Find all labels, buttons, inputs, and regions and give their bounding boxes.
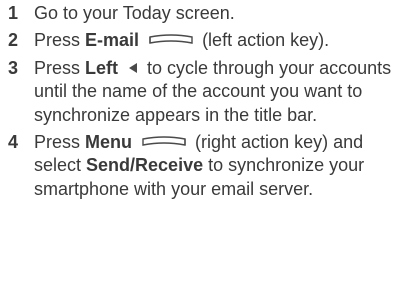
step-number: 4	[8, 132, 19, 153]
instruction-list: 1 Go to your Today screen. 2 Press E-mai…	[0, 2, 408, 205]
key-name-email: E-mail	[85, 30, 140, 51]
left-action-key-icon	[149, 34, 193, 45]
step-number: 3	[8, 57, 19, 78]
step-2: 2 Press E-mail (left action key).	[0, 29, 408, 52]
left-arrow-icon	[129, 62, 138, 73]
step-4: 4 Press Menu (right action key) and sele…	[0, 131, 408, 201]
step-number: 1	[8, 3, 19, 23]
step-3: 3 Press Left to cycle through your accou…	[0, 57, 408, 127]
step-text-pre: Press	[34, 132, 86, 153]
step-text-post: (left action key).	[197, 30, 330, 51]
key-name-left: Left	[85, 57, 119, 78]
step-text-pre: Press	[34, 57, 86, 78]
step-text-pre: Press	[34, 30, 86, 51]
step-text: Go to your Today screen.	[34, 3, 235, 23]
right-action-key-icon	[142, 136, 186, 146]
key-name-menu: Menu	[85, 132, 133, 153]
step-1: 1 Go to your Today screen.	[0, 2, 408, 25]
step-number: 2	[8, 30, 19, 51]
key-name-send-receive: Send/Receive	[86, 155, 204, 176]
